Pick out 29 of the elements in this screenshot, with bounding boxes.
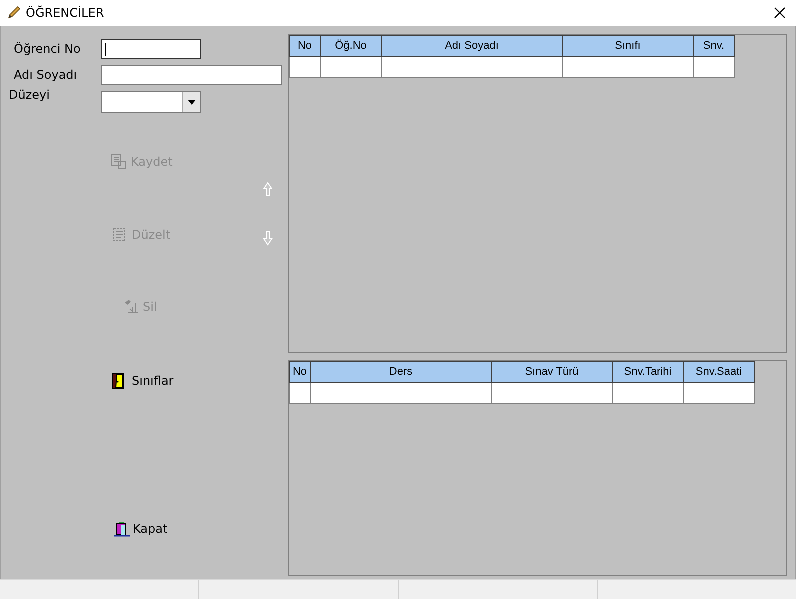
column-header[interactable]: No bbox=[290, 362, 310, 382]
action-button[interactable]: Sınıflar bbox=[110, 370, 176, 392]
close-button[interactable]: Kapat bbox=[111, 518, 170, 540]
caret-icon[interactable] bbox=[188, 100, 196, 104]
input-field[interactable] bbox=[101, 65, 282, 85]
pencil-icon bbox=[7, 6, 21, 20]
window-title: ÖĞRENCİLER bbox=[26, 6, 106, 20]
column-header[interactable]: Snv.Tarihi bbox=[612, 362, 684, 382]
document-icon bbox=[111, 154, 128, 170]
brush-icon bbox=[123, 298, 140, 316]
table-cell bbox=[320, 56, 382, 78]
dropdown[interactable] bbox=[101, 91, 201, 113]
field-label: Öğrenci No bbox=[13, 42, 82, 56]
column-header[interactable]: Snv.Saati bbox=[684, 362, 754, 382]
column-header[interactable]: Sınıfı bbox=[562, 36, 694, 56]
table-cell bbox=[684, 382, 754, 404]
table-cell bbox=[612, 382, 684, 404]
column-header[interactable]: Sınav Türü bbox=[492, 362, 612, 382]
table-cell bbox=[694, 56, 734, 78]
column-header[interactable]: Adı Soyadı bbox=[382, 36, 562, 56]
field-label: Adı Soyadı bbox=[13, 68, 78, 82]
field-label: Düzeyi bbox=[8, 88, 51, 102]
column-header[interactable]: No bbox=[290, 36, 320, 56]
column-header[interactable]: Snv. bbox=[694, 36, 734, 56]
column-header[interactable]: Öğ.No bbox=[320, 36, 382, 56]
close-icon[interactable] bbox=[774, 7, 786, 19]
door-icon bbox=[113, 520, 130, 538]
input-field[interactable] bbox=[101, 39, 201, 59]
column-header[interactable]: Ders bbox=[310, 362, 492, 382]
